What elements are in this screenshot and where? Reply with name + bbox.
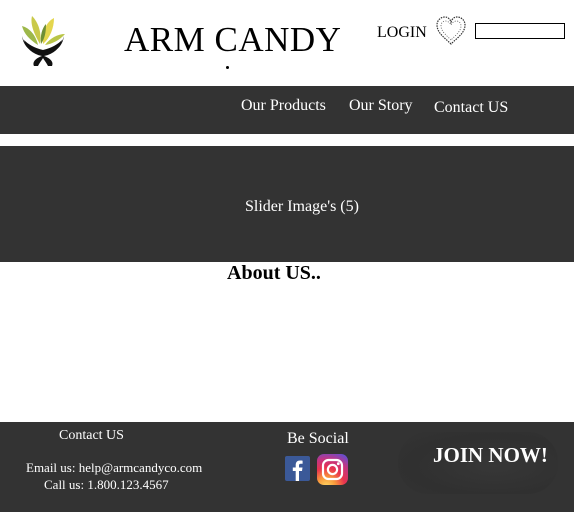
- nav-item-our-story[interactable]: Our Story: [349, 96, 413, 116]
- facebook-icon[interactable]: [285, 456, 310, 481]
- join-now-button[interactable]: JOIN NOW!: [433, 443, 548, 467]
- footer-contact-heading: Contact US: [59, 428, 124, 443]
- footer: Contact US Email us: help@armcandyco.com…: [0, 422, 574, 512]
- login-link[interactable]: LOGIN: [377, 23, 427, 43]
- heart-icon[interactable]: [435, 16, 467, 46]
- slider-placeholder-text: Slider Image's (5): [245, 198, 359, 215]
- instagram-icon[interactable]: [317, 454, 348, 485]
- search-input[interactable]: [475, 23, 565, 39]
- logo-icon[interactable]: [18, 14, 68, 66]
- brand-title: ARM CANDY: [124, 20, 342, 59]
- nav-item-contact-us[interactable]: Contact US: [434, 98, 508, 118]
- nav-item-our-products[interactable]: Our Products: [241, 96, 326, 116]
- image-slider[interactable]: Slider Image's (5): [0, 146, 574, 262]
- brand-dot: [226, 66, 229, 69]
- footer-phone[interactable]: Call us: 1.800.123.4567: [44, 477, 169, 493]
- about-heading: About US..: [227, 262, 321, 284]
- social-heading: Be Social: [287, 430, 349, 447]
- footer-email[interactable]: Email us: help@armcandyco.com: [26, 460, 202, 476]
- nav-bar: Our Products Our Story Contact US: [0, 86, 574, 134]
